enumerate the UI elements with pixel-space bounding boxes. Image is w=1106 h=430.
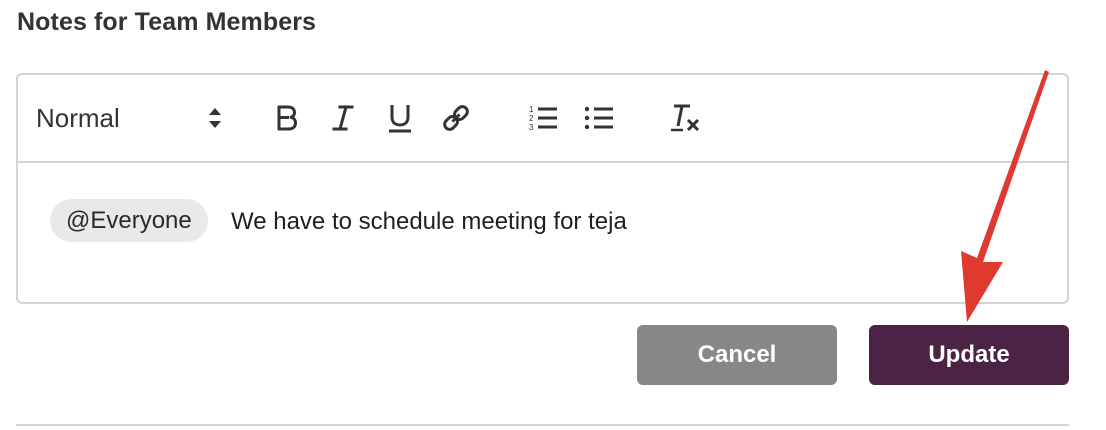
svg-text:3: 3 (529, 123, 534, 132)
bullet-list-icon (584, 106, 613, 130)
svg-text:1: 1 (529, 105, 534, 114)
cancel-button[interactable]: Cancel (637, 325, 837, 385)
link-icon (443, 105, 469, 131)
clear-format-button[interactable] (666, 97, 704, 139)
link-button[interactable] (437, 97, 475, 139)
editor-content[interactable]: @Everyone We have to schedule meeting fo… (18, 163, 1067, 302)
svg-text:2: 2 (529, 114, 534, 123)
text-format-value: Normal (36, 102, 120, 133)
italic-icon (332, 105, 354, 131)
update-button[interactable]: Update (869, 325, 1069, 385)
bold-button[interactable] (268, 97, 306, 139)
section-divider (16, 424, 1069, 426)
ordered-list-button[interactable]: 1 2 3 (524, 97, 562, 139)
italic-button[interactable] (324, 97, 362, 139)
bullet-list-button[interactable] (580, 97, 618, 139)
clear-format-icon (671, 104, 700, 132)
text-format-select[interactable]: Normal (36, 97, 222, 139)
underline-button[interactable] (381, 97, 419, 139)
select-arrows-icon (209, 108, 221, 128)
bold-icon (277, 105, 297, 131)
note-text: We have to schedule meeting for teja (231, 208, 627, 235)
ordered-list-icon: 1 2 3 (529, 105, 557, 132)
editor-toolbar: Normal 1 2 3 (18, 75, 1067, 163)
mention-chip[interactable]: @Everyone (50, 199, 208, 242)
underline-icon (389, 105, 411, 133)
rich-text-editor: Normal 1 2 3 @Everyone We have to schedu… (16, 73, 1069, 304)
section-title: Notes for Team Members (17, 8, 317, 36)
